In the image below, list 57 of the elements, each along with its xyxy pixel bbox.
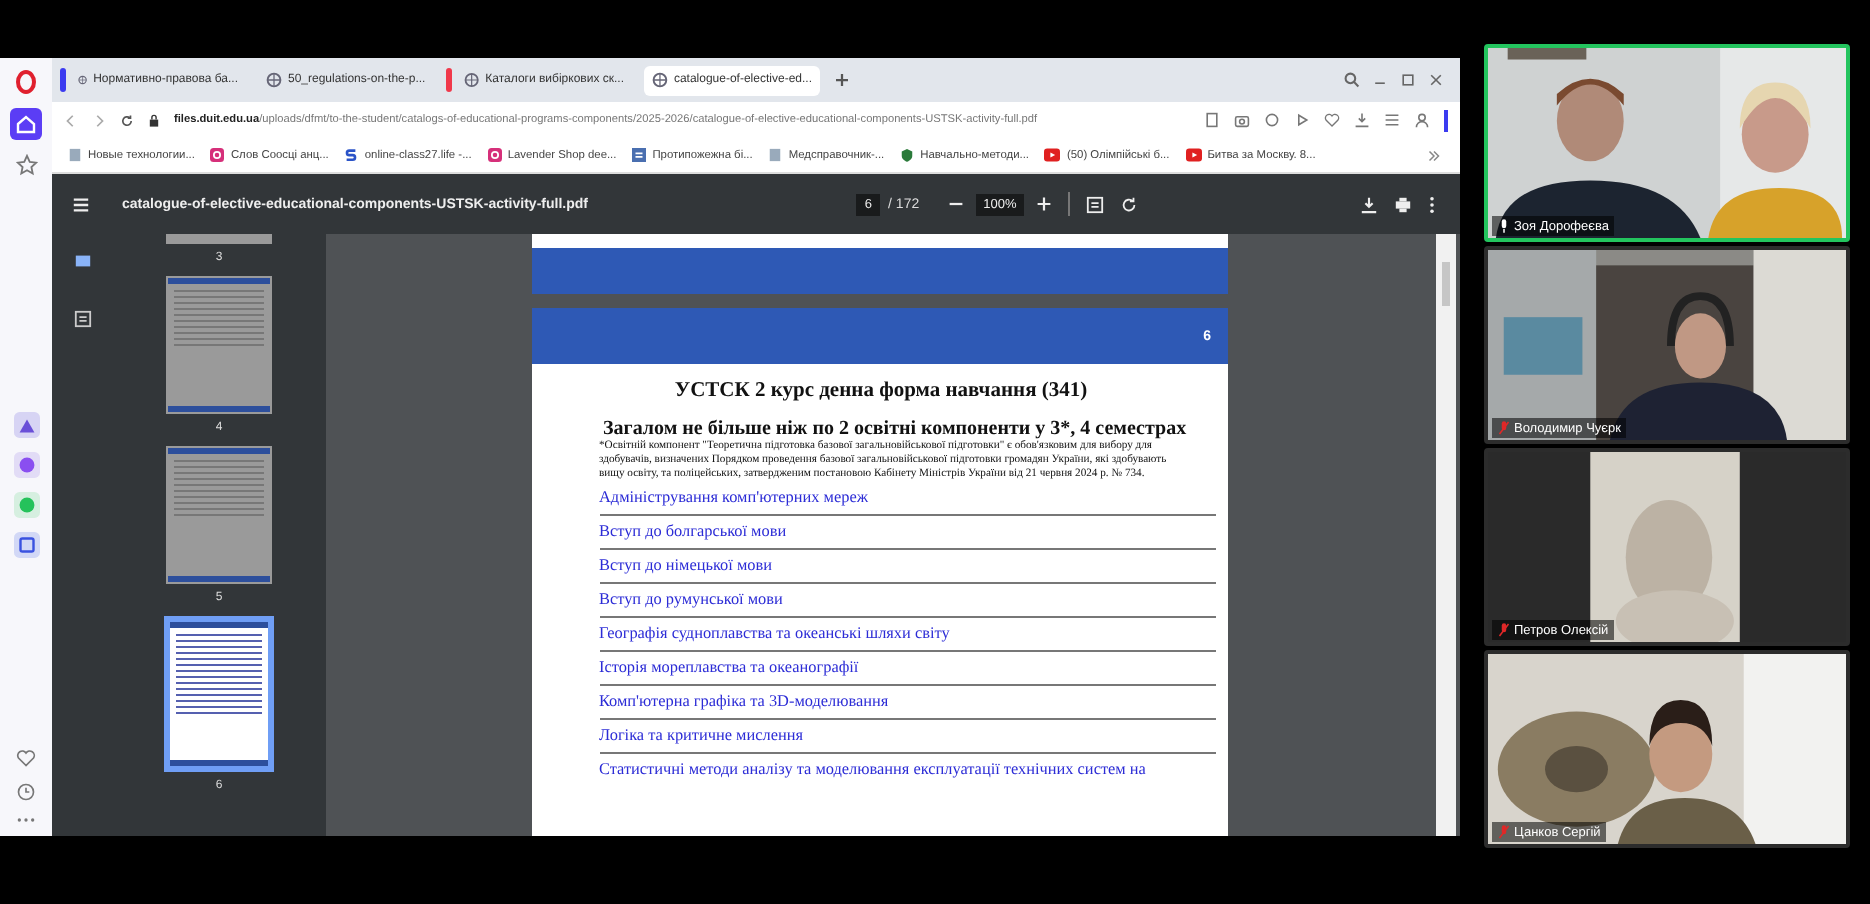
- component-link[interactable]: Географія судноплавства та океанські шляхи світу: [599, 617, 1215, 652]
- star-icon[interactable]: [15, 154, 37, 176]
- chat-icon[interactable]: [13, 532, 39, 558]
- page-thumbnail[interactable]: [166, 276, 272, 414]
- component-link[interactable]: Логіка та критичне мислення: [599, 719, 1215, 754]
- scrollbar[interactable]: [1436, 234, 1456, 836]
- more-icon[interactable]: [1428, 195, 1436, 213]
- heart-icon[interactable]: [1324, 112, 1340, 128]
- reload-icon[interactable]: [120, 113, 134, 127]
- globe-icon: [464, 72, 480, 88]
- globe-icon: [652, 72, 668, 88]
- opera-logo-icon[interactable]: [14, 70, 38, 94]
- video-icon: [1044, 148, 1061, 162]
- close-icon[interactable]: [1428, 72, 1444, 88]
- new-tab-icon[interactable]: [836, 74, 848, 86]
- component-link[interactable]: Статистичні методи аналізу та моделювання експлуатації технічних систем на: [599, 753, 1215, 786]
- app-icon[interactable]: [13, 412, 39, 438]
- lock-icon: [148, 113, 160, 127]
- page-heading: УСТСК 2 курс денна форма навчання (341): [672, 380, 1090, 402]
- component-link[interactable]: Адміністрування комп'ютерних мереж: [599, 481, 1215, 516]
- heart-icon[interactable]: [16, 748, 36, 768]
- globe-icon: [266, 72, 282, 88]
- play-icon[interactable]: [1294, 112, 1310, 128]
- thumbnails-icon[interactable]: [73, 252, 91, 270]
- menu-icon[interactable]: [1384, 112, 1400, 128]
- camera-icon: [487, 148, 502, 162]
- home-icon[interactable]: [10, 108, 42, 140]
- profile-icon[interactable]: [1414, 112, 1430, 128]
- component-link[interactable]: Комп'ютерна графіка та 3D-моделювання: [599, 685, 1215, 720]
- component-link[interactable]: Вступ до болгарської мови: [599, 515, 1215, 550]
- maximize-icon[interactable]: [1400, 72, 1416, 88]
- print-icon[interactable]: [1394, 195, 1412, 213]
- page-subheading: Загалом не більше ніж по 2 освітні компоненти у 3*, 4 семестрах: [603, 418, 1189, 440]
- reader-icon[interactable]: [1204, 112, 1220, 128]
- camera-icon: [210, 148, 225, 162]
- video-icon: [1185, 148, 1202, 162]
- letter-s-icon: [344, 148, 359, 162]
- camera-icon[interactable]: [1234, 112, 1250, 128]
- download-icon[interactable]: [1354, 112, 1370, 128]
- outline-icon[interactable]: [73, 310, 91, 328]
- page-icon: [68, 148, 82, 162]
- clock-icon[interactable]: [16, 782, 36, 802]
- page-thumbnail[interactable]: [164, 616, 274, 772]
- fit-page-icon[interactable]: [1086, 195, 1105, 213]
- component-link[interactable]: Вступ до німецької мови: [599, 549, 1215, 584]
- zoom-in-icon[interactable]: [1036, 196, 1053, 212]
- document-icon: [632, 148, 647, 162]
- component-link[interactable]: Історія мореплавства та океанографії: [599, 651, 1215, 686]
- page-thumbnail[interactable]: [166, 446, 272, 584]
- page-icon: [768, 148, 783, 162]
- search-icon[interactable]: [1344, 72, 1360, 88]
- sidebar-accent: [1444, 109, 1448, 131]
- rotate-icon[interactable]: [1120, 195, 1139, 213]
- shield-icon: [900, 148, 915, 162]
- chevron-icon[interactable]: [1428, 149, 1440, 161]
- component-link[interactable]: Вступ до румунської мови: [599, 583, 1215, 618]
- globe-icon: [78, 72, 88, 88]
